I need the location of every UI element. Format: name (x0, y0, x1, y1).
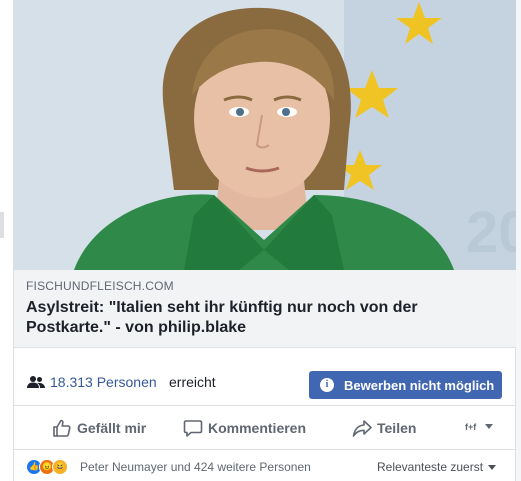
reactions-row: 👍 😠 😆 Peter Neumayer und 424 weitere Per… (14, 450, 516, 481)
reactions-summary[interactable]: Peter Neumayer und 424 weitere Personen (80, 460, 311, 474)
people-icon (27, 376, 45, 388)
link-preview-meta[interactable]: FISCHUNDFLEISCH.COM Asylstreit: "Italien… (14, 270, 516, 348)
share-label: Teilen (377, 420, 417, 436)
comment-icon (183, 420, 203, 437)
boost-post-button[interactable]: i Bewerben nicht möglich (309, 371, 502, 399)
post-action-bar: Gefällt mir Kommentieren Teilen f+f (14, 406, 516, 450)
comment-sort-label: Relevanteste zuerst (377, 460, 484, 474)
svg-text:20: 20 (466, 200, 516, 265)
post-card: 20 FISCHUNDFLEISCH.COM Asylstreit: "Ital… (14, 0, 516, 481)
portrait-illustration: 20 (14, 0, 516, 270)
reach-suffix: erreicht (169, 374, 216, 390)
like-label: Gefällt mir (77, 420, 147, 436)
share-arrow-icon (352, 420, 372, 437)
comment-label: Kommentieren (208, 420, 307, 436)
link-domain: FISCHUNDFLEISCH.COM (26, 279, 174, 293)
reach-row: 18.313 Personen erreicht i Bewerben nich… (14, 362, 516, 406)
chevron-down-icon (488, 465, 497, 471)
chevron-down-icon (485, 424, 493, 429)
left-panel-edge (0, 0, 14, 481)
page-avatar-icon: f+f (465, 422, 477, 432)
reaction-icons[interactable]: 👍 😠 😆 (26, 459, 76, 475)
comment-sort-dropdown[interactable]: Relevanteste zuerst (377, 460, 497, 474)
reach-count[interactable]: 18.313 Personen (50, 374, 157, 390)
boost-post-label: Bewerben nicht möglich (344, 378, 495, 393)
page-selector[interactable]: f+f (465, 420, 497, 436)
left-panel-tab (0, 212, 4, 238)
link-headline[interactable]: Asylstreit: "Italien seht ihr künftig nu… (26, 298, 504, 338)
link-preview-image[interactable]: 20 (14, 0, 516, 270)
thumbs-up-icon (53, 419, 71, 437)
info-icon: i (320, 378, 334, 392)
haha-reaction-icon: 😆 (52, 459, 68, 475)
